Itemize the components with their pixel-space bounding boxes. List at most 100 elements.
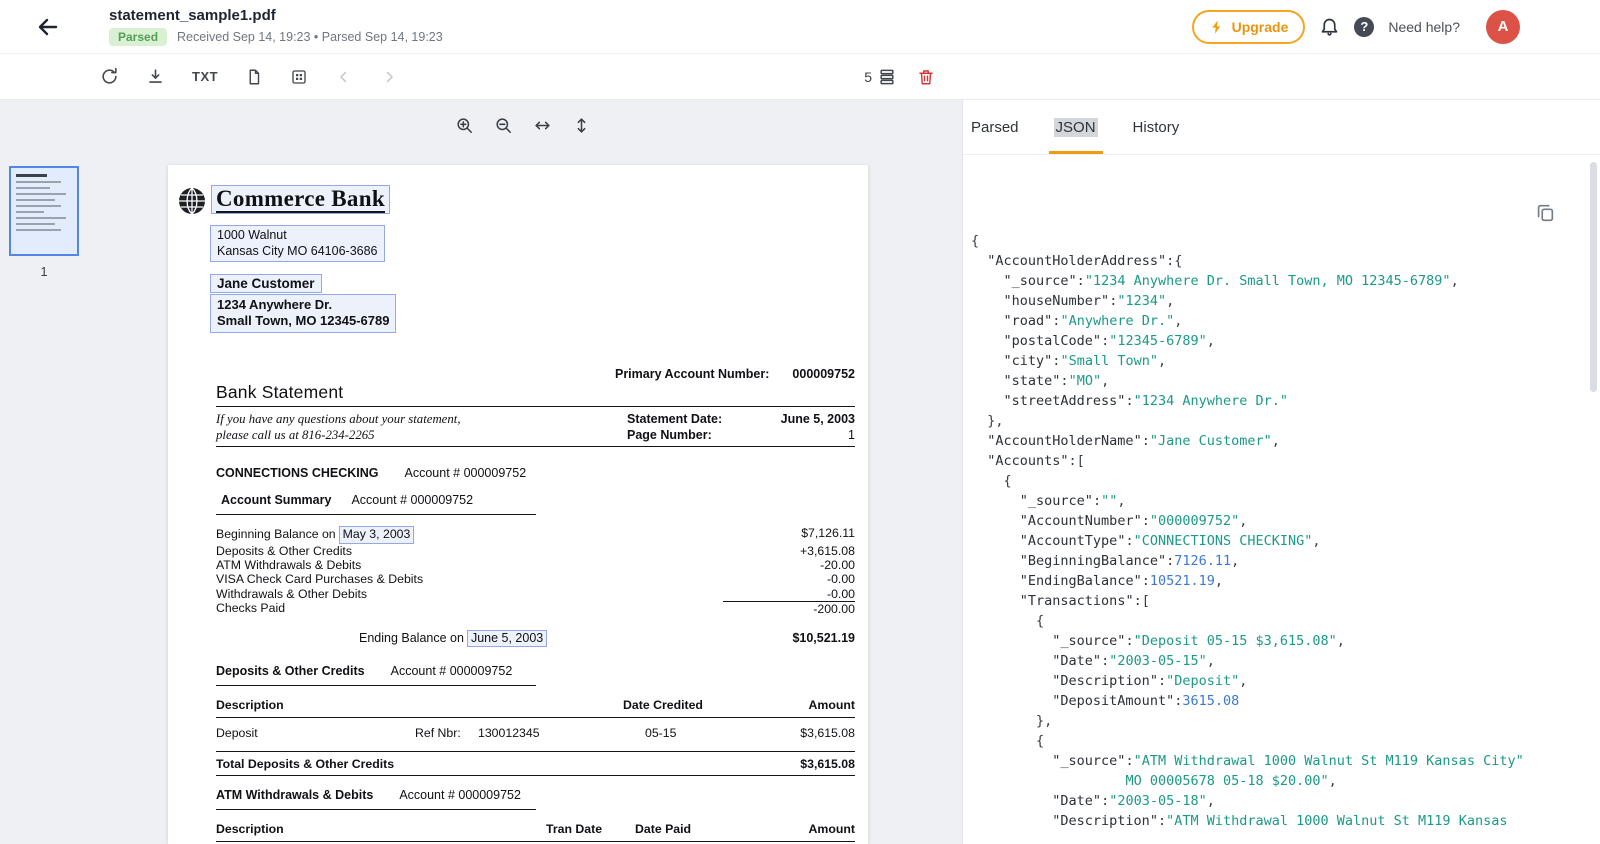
code-line: "_source":"1234 Anywhere Dr. Small Town,… xyxy=(971,271,1580,291)
fit-width-button[interactable] xyxy=(533,116,552,135)
code-line: "Date":"2003-05-15", xyxy=(971,651,1580,671)
statement-title: Bank Statement xyxy=(216,382,855,403)
json-code: { "AccountHolderAddress":{ "_source":"12… xyxy=(963,155,1600,831)
code-line: "DepositAmount":3615.08 xyxy=(971,691,1580,711)
summary-row: Checks Paid-200.00 xyxy=(216,601,855,616)
account-summary-title: Account Summary xyxy=(221,493,331,507)
summary-row: ATM Withdrawals & Debits-20.00 xyxy=(216,558,855,572)
chip-icon xyxy=(290,68,308,86)
code-line: "Accounts":[ xyxy=(971,451,1580,471)
document-toolbar: TXT 5 xyxy=(0,54,1600,100)
bank-logo-field[interactable]: Commerce Bank xyxy=(211,185,390,214)
code-line: }, xyxy=(971,711,1580,731)
copy-json-button[interactable] xyxy=(1534,202,1556,224)
fit-height-button[interactable] xyxy=(572,116,591,135)
zoom-in-button[interactable] xyxy=(455,116,474,135)
code-line: "_source":"ATM Withdrawal 1000 Walnut St… xyxy=(971,751,1580,771)
customer-name-field[interactable]: Jane Customer xyxy=(210,274,322,293)
zoom-controls xyxy=(455,116,591,135)
stack-icon xyxy=(877,67,897,87)
back-button[interactable] xyxy=(34,13,62,41)
ending-balance-value: $10,521.19 xyxy=(792,631,855,645)
code-line: { xyxy=(971,611,1580,631)
top-header: statement_sample1.pdf Parsed Received Se… xyxy=(0,0,1600,54)
chevron-left-icon xyxy=(335,68,353,86)
code-line: "AccountHolderAddress":{ xyxy=(971,251,1580,271)
summary-row: Deposits & Other Credits+3,615.08 xyxy=(216,544,855,558)
code-line: "road":"Anywhere Dr.", xyxy=(971,311,1580,331)
code-line: "EndingBalance":10521.19, xyxy=(971,571,1580,591)
code-line: "AccountHolderName":"Jane Customer", xyxy=(971,431,1580,451)
primary-account-label: Primary Account Number: xyxy=(615,367,769,381)
ref-number-value: 130012345 xyxy=(478,726,540,740)
lightning-icon xyxy=(1209,19,1225,35)
atm-account-number: Account # 000009752 xyxy=(399,788,521,802)
summary-row: VISA Check Card Purchases & Debits-0.00 xyxy=(216,572,855,586)
zoom-out-button[interactable] xyxy=(494,116,513,135)
trash-icon xyxy=(917,68,935,86)
code-line: { xyxy=(971,231,1580,251)
ocr-button[interactable] xyxy=(290,68,308,86)
code-line: "Date":"2003-05-18", xyxy=(971,791,1580,811)
user-avatar[interactable]: A xyxy=(1486,10,1520,44)
received-parsed-timestamps: Received Sep 14, 19:23 • Parsed Sep 14, … xyxy=(177,30,443,44)
customer-address-field[interactable]: 1234 Anywhere Dr. Small Town, MO 12345-6… xyxy=(210,294,396,333)
thumbnail-panel: 1 xyxy=(8,166,80,279)
next-document-button[interactable] xyxy=(380,68,398,86)
file-info: statement_sample1.pdf Parsed Received Se… xyxy=(109,7,443,46)
deposits-table-header: Description Date Credited Amount xyxy=(216,698,855,712)
code-line: "_source":"", xyxy=(971,491,1580,511)
code-line: "Transactions":[ xyxy=(971,591,1580,611)
upgrade-button[interactable]: Upgrade xyxy=(1192,10,1306,44)
pdf-viewer: 1 Commerce Bank 1000 Walnut Kansas City … xyxy=(0,100,963,844)
status-badge: Parsed xyxy=(109,28,167,46)
tab-parsed[interactable]: Parsed xyxy=(971,100,1019,154)
code-line: MO 00005678 05-18 $20.00", xyxy=(971,771,1580,791)
code-line: "Description":"Deposit", xyxy=(971,671,1580,691)
code-line: "AccountType":"CONNECTIONS CHECKING", xyxy=(971,531,1580,551)
code-line: "postalCode":"12345-6789", xyxy=(971,331,1580,351)
beginning-date-field[interactable]: May 3, 2003 xyxy=(339,526,415,543)
help-button[interactable]: ? xyxy=(1354,17,1374,37)
ending-date-field[interactable]: June 5, 2003 xyxy=(467,630,547,648)
deposit-row: Deposit Ref Nbr: 130012345 05-15 $3,615.… xyxy=(216,726,855,740)
notifications-button[interactable] xyxy=(1319,16,1340,37)
reparse-button[interactable] xyxy=(100,67,119,86)
code-line: { xyxy=(971,731,1580,751)
result-tabs: Parsed JSON History xyxy=(963,100,1600,155)
tab-json[interactable]: JSON xyxy=(1054,100,1098,154)
thumbnail-page-number: 1 xyxy=(8,264,80,279)
download-button[interactable] xyxy=(146,67,165,86)
account-type: CONNECTIONS CHECKING xyxy=(216,466,379,480)
fit-width-icon xyxy=(533,116,552,135)
chevron-right-icon xyxy=(380,68,398,86)
arrow-left-icon xyxy=(36,15,60,39)
document-view-button[interactable] xyxy=(245,68,263,86)
globe-logo-icon xyxy=(176,185,208,217)
delete-button[interactable] xyxy=(917,68,935,86)
atm-table-header: Description Tran Date Date Paid Amount xyxy=(216,822,855,836)
deposit-description: Deposit xyxy=(216,726,258,740)
panel-scrollbar[interactable] xyxy=(1590,162,1597,392)
previous-document-button[interactable] xyxy=(335,68,353,86)
zoom-out-icon xyxy=(494,116,513,135)
copy-icon xyxy=(1534,202,1556,224)
total-deposits-row: Total Deposits & Other Credits $3,615.08 xyxy=(216,752,855,775)
txt-export-button[interactable]: TXT xyxy=(192,69,218,84)
deposit-amount: $3,615.08 xyxy=(750,726,855,740)
bank-address-field[interactable]: 1000 Walnut Kansas City MO 64106-3686 xyxy=(210,225,385,262)
statement-date-value: June 5, 2003 xyxy=(781,411,855,427)
summary-rows: Beginning Balance onMay 3, 2003$7,126.11… xyxy=(216,526,855,616)
tab-history[interactable]: History xyxy=(1133,100,1180,154)
deposits-account-number: Account # 000009752 xyxy=(391,664,513,678)
code-line: "AccountNumber":"000009752", xyxy=(971,511,1580,531)
code-line: "city":"Small Town", xyxy=(971,351,1580,371)
deposits-section-title: Deposits & Other Credits xyxy=(216,664,365,678)
code-line: }, xyxy=(971,411,1580,431)
summary-row: Withdrawals & Other Debits-0.00 xyxy=(216,587,855,601)
code-line: "houseNumber":"1234", xyxy=(971,291,1580,311)
document-title: statement_sample1.pdf xyxy=(109,7,443,24)
credits-button[interactable]: 5 xyxy=(864,67,897,87)
need-help-link[interactable]: Need help? xyxy=(1388,19,1460,35)
page-thumbnail[interactable] xyxy=(9,166,79,256)
